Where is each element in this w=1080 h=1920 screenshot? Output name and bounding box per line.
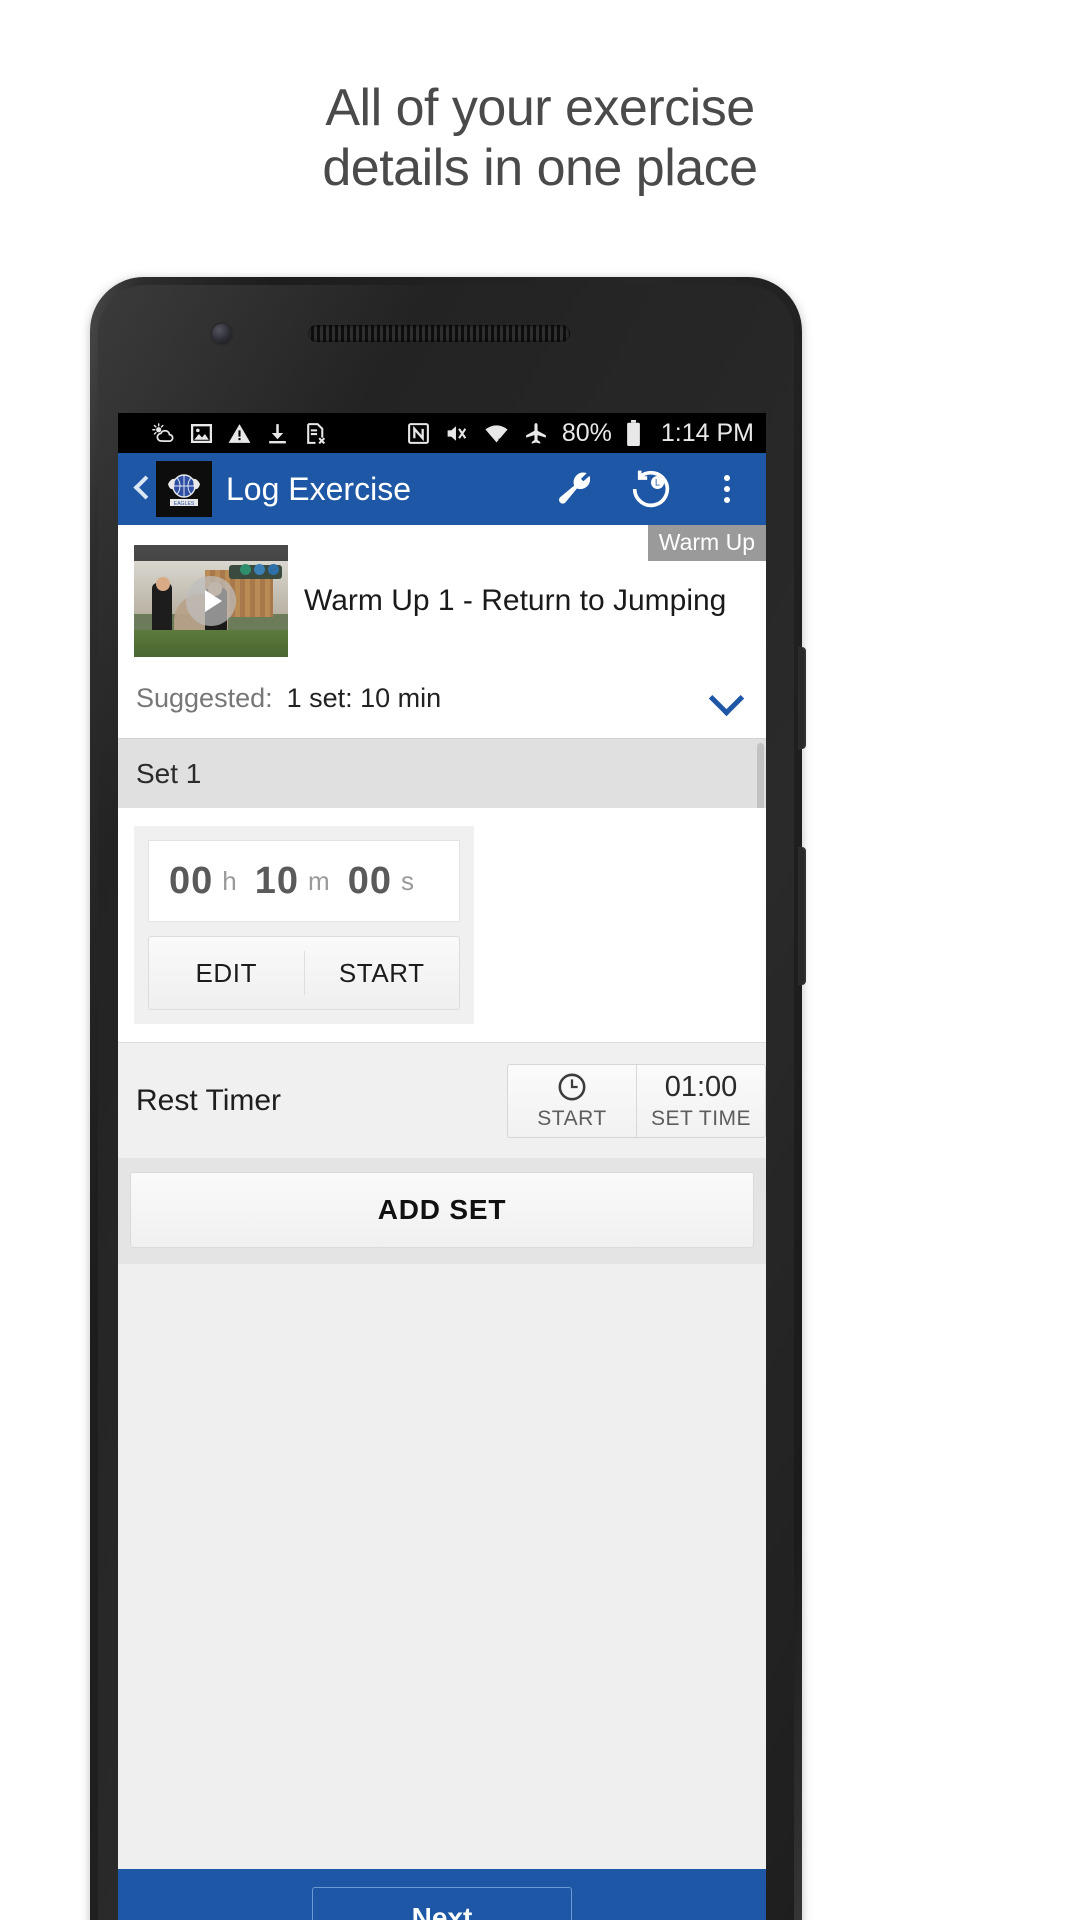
rest-timer-actions: START 01:00 SET TIME	[507, 1063, 766, 1138]
suggested-value: 1 set: 10 min	[286, 683, 442, 713]
add-set-wrapper: ADD SET	[118, 1158, 766, 1264]
headline-line-2: details in one place	[322, 139, 758, 197]
airplane-mode-icon	[525, 422, 546, 444]
app-bar-title: Log Exercise	[226, 470, 411, 507]
headline-line-1: All of your exercise	[325, 79, 755, 137]
chevron-down-icon[interactable]	[708, 686, 748, 712]
rest-timer-start-button[interactable]: START	[508, 1065, 636, 1137]
timer-minutes-unit: m	[308, 865, 330, 896]
team-logo-icon[interactable]: EAGLES	[156, 461, 212, 517]
app-bar-actions: L	[538, 453, 764, 525]
rest-timer-row: Rest Timer START 01:00 SET TIME	[118, 1042, 766, 1158]
play-icon[interactable]	[186, 576, 236, 626]
battery-icon	[627, 419, 640, 446]
status-bar: 80% 1:14 PM	[118, 413, 766, 453]
suggested-row[interactable]: Suggested: 1 set: 10 min	[118, 657, 766, 738]
rest-timer-label: Rest Timer	[136, 1083, 282, 1117]
timer-hours-value: 00	[169, 859, 214, 902]
volume-mute-icon	[447, 425, 467, 441]
warning-triangle-icon	[228, 423, 251, 443]
next-button[interactable]: Next	[312, 1887, 572, 1920]
nfc-icon	[407, 422, 429, 444]
edit-button[interactable]: EDIT	[149, 937, 304, 1009]
suggested-label: Suggested:	[136, 683, 273, 713]
exercise-video-thumbnail[interactable]	[134, 545, 288, 657]
rest-timer-start-label: START	[537, 1107, 607, 1130]
set-timer-block: 00 h 10 m 00 s EDIT START	[134, 826, 474, 1024]
rest-timer-settime-button[interactable]: 01:00 SET TIME	[637, 1065, 765, 1137]
exercise-card: Warm Up Warm Up 1 - Return to Jumping Su…	[118, 525, 766, 738]
front-camera-icon	[212, 324, 232, 344]
history-icon[interactable]: L	[614, 453, 688, 525]
battery-percent-label: 80%	[561, 418, 612, 447]
back-chevron-icon[interactable]	[128, 472, 154, 506]
status-badge: Warm Up	[647, 525, 766, 561]
rest-timer-time-value: 01:00	[664, 1070, 738, 1103]
wifi-icon	[485, 424, 508, 442]
rest-timer-time-label: SET TIME	[650, 1106, 752, 1130]
power-button[interactable]	[798, 847, 806, 985]
sim-card-error-icon	[307, 422, 326, 444]
promo-screenshot-page: All of your exercise details in one plac…	[0, 0, 1080, 1920]
image-icon	[190, 423, 213, 443]
wrench-icon[interactable]	[538, 453, 612, 525]
set-timer-display[interactable]: 00 h 10 m 00 s	[148, 840, 460, 922]
phone-screen: 80% 1:14 PM EAGLES Log Exercise L Warm U…	[118, 413, 766, 1920]
download-icon	[269, 423, 286, 443]
weather-partly-cloudy-icon	[152, 423, 174, 442]
set-header: Set 1	[118, 738, 766, 971]
app-bar: EAGLES Log Exercise L	[118, 453, 766, 525]
timer-seconds-unit: s	[400, 865, 414, 896]
timer-minutes-value: 10	[254, 859, 300, 902]
svg-text:L: L	[655, 478, 660, 488]
set-body: 00 h 10 m 00 s EDIT START	[118, 808, 766, 1042]
timer-seconds-value: 00	[347, 859, 392, 902]
overflow-menu-icon[interactable]	[690, 453, 764, 525]
content-filler	[118, 1264, 766, 1869]
add-set-button[interactable]: ADD SET	[130, 1172, 754, 1248]
clock-icon	[558, 1073, 586, 1101]
volume-button[interactable]	[798, 647, 806, 749]
svg-text:EAGLES: EAGLES	[174, 501, 195, 507]
clock-label: 1:14 PM	[660, 418, 754, 447]
start-button[interactable]: START	[305, 937, 460, 1009]
timer-hours-unit: h	[222, 865, 237, 896]
exercise-title: Warm Up 1 - Return to Jumping	[304, 584, 727, 617]
set-timer-actions: EDIT START	[148, 936, 460, 1010]
earpiece-speaker	[308, 325, 570, 342]
bottom-bar: Next	[118, 1869, 766, 1920]
set-header-label: Set 1	[136, 758, 202, 789]
page-title: All of your exercise details in one plac…	[0, 78, 1080, 198]
phone-device-frame: 80% 1:14 PM EAGLES Log Exercise L Warm U…	[90, 277, 806, 1920]
